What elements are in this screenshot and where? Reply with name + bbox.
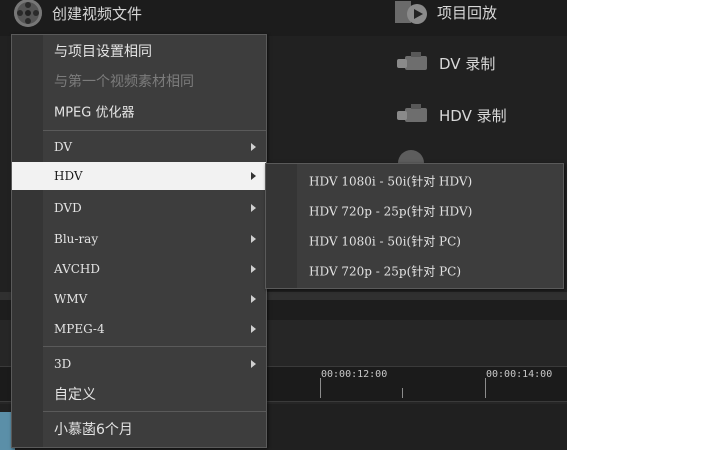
menu-item-label: 自定义 xyxy=(54,387,96,403)
submenu-arrow-icon xyxy=(251,172,256,180)
hdv-submenu: HDV 1080i - 50i(针对 HDV) HDV 720p - 25p(针… xyxy=(265,163,564,289)
menu-item-dvd[interactable]: DVD xyxy=(12,194,266,222)
menu-item-label: MPEG-4 xyxy=(54,322,105,336)
film-reel-icon xyxy=(14,0,42,27)
submenu-item-label: HDV 1080i - 50i(针对 HDV) xyxy=(309,174,473,189)
submenu-arrow-icon xyxy=(251,295,256,303)
menu-item-dv[interactable]: DV xyxy=(12,133,266,161)
hdv-record-button[interactable]: HDV 录制 xyxy=(397,104,507,126)
submenu-item-label: HDV 720p - 25p(针对 PC) xyxy=(309,264,462,279)
ruler-tick xyxy=(320,378,321,398)
ruler-tick xyxy=(485,378,486,398)
menu-item-label: AVCHD xyxy=(54,262,101,276)
menu-item-label: DV xyxy=(54,140,73,154)
create-video-file-label: 创建视频文件 xyxy=(52,4,143,23)
menu-item-label: Blu-ray xyxy=(54,232,99,246)
menu-item-label: 与第一个视频素材相同 xyxy=(54,74,194,90)
menu-separator xyxy=(43,130,266,131)
submenu-item-hdv-720p-pc[interactable]: HDV 720p - 25p(针对 PC) xyxy=(266,256,563,286)
menu-item-label: 小慕菡6个月 xyxy=(54,422,133,438)
dv-record-label: DV 录制 xyxy=(439,54,496,73)
submenu-arrow-icon xyxy=(251,325,256,333)
playback-icon xyxy=(395,0,429,25)
submenu-item-hdv-1080i-hdv[interactable]: HDV 1080i - 50i(针对 HDV) xyxy=(266,166,563,196)
camcorder-icon xyxy=(397,52,431,74)
menu-item-label: DVD xyxy=(54,201,82,215)
menu-item-same-as-project[interactable]: 与项目设置相同 xyxy=(12,37,266,65)
menu-item-label: WMV xyxy=(54,292,88,306)
submenu-item-label: HDV 720p - 25p(针对 HDV) xyxy=(309,204,473,219)
menu-item-wmv[interactable]: WMV xyxy=(12,285,266,313)
menu-item-label: 3D xyxy=(54,357,72,371)
menu-item-label: HDV xyxy=(54,169,83,183)
menu-item-mpeg-optimizer[interactable]: MPEG 优化器 xyxy=(12,97,266,125)
menu-item-blu-ray[interactable]: Blu-ray xyxy=(12,225,266,253)
dv-record-button[interactable]: DV 录制 xyxy=(397,52,495,74)
timecode-label: 00:00:12:00 xyxy=(321,369,388,380)
submenu-arrow-icon xyxy=(251,235,256,243)
submenu-arrow-icon xyxy=(251,265,256,273)
menu-item-3d[interactable]: 3D xyxy=(12,350,266,378)
menu-item-label: MPEG 优化器 xyxy=(54,105,135,121)
submenu-item-hdv-720p-hdv[interactable]: HDV 720p - 25p(针对 HDV) xyxy=(266,196,563,226)
project-playback-button[interactable]: 项目回放 xyxy=(395,0,497,25)
submenu-arrow-icon xyxy=(251,204,256,212)
project-playback-label: 项目回放 xyxy=(437,3,498,22)
camcorder-icon xyxy=(397,104,431,126)
menu-separator xyxy=(43,346,266,347)
menu-item-hdv[interactable]: HDV xyxy=(12,162,266,190)
menu-item-avchd[interactable]: AVCHD xyxy=(12,255,266,283)
menu-separator xyxy=(43,411,266,412)
submenu-arrow-icon xyxy=(251,360,256,368)
create-video-file-button[interactable]: 创建视频文件 xyxy=(14,0,143,27)
menu-item-same-as-first-clip: 与第一个视频素材相同 xyxy=(12,67,266,95)
menu-item-custom-profile[interactable]: 小慕菡6个月 xyxy=(12,415,266,443)
menu-item-custom[interactable]: 自定义 xyxy=(12,380,266,408)
ruler-tick xyxy=(402,388,403,398)
submenu-item-hdv-1080i-pc[interactable]: HDV 1080i - 50i(针对 PC) xyxy=(266,226,563,256)
menu-item-mpeg-4[interactable]: MPEG-4 xyxy=(12,315,266,343)
create-video-menu: 与项目设置相同 与第一个视频素材相同 MPEG 优化器 DV HDV DVD B… xyxy=(11,34,267,448)
menu-item-label: 与项目设置相同 xyxy=(54,44,152,60)
hdv-record-label: HDV 录制 xyxy=(439,106,507,125)
timecode-label: 00:00:14:00 xyxy=(486,369,553,380)
submenu-arrow-icon xyxy=(251,143,256,151)
submenu-item-label: HDV 1080i - 50i(针对 PC) xyxy=(309,234,461,249)
